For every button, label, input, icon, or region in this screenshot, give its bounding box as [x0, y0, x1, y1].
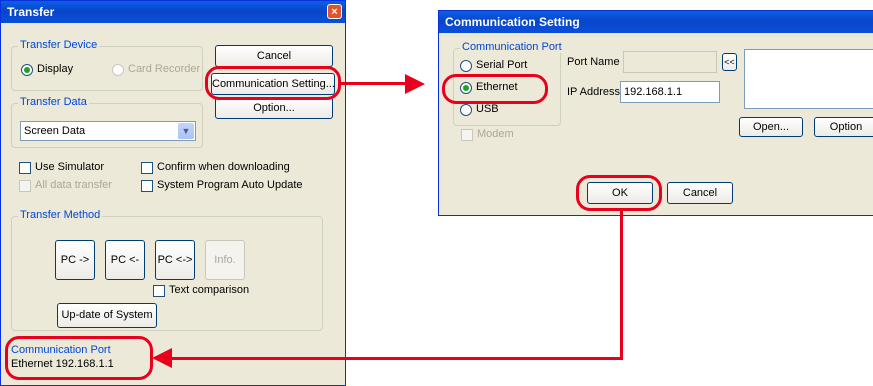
transfer-device-group: Transfer Device Display Card Recorder [11, 39, 203, 91]
info-button[interactable]: Info. [205, 240, 245, 280]
confirm-downloading-label: Confirm when downloading [157, 161, 290, 173]
cancel-button-comm[interactable]: Cancel [667, 182, 733, 204]
transfer-data-select[interactable]: Screen Data ▼ [20, 121, 196, 141]
transfer-data-label: Transfer Data [18, 96, 89, 108]
highlight-ring-comm-port [5, 336, 153, 380]
port-name-field[interactable] [623, 51, 717, 73]
option-button[interactable]: Option... [215, 97, 333, 119]
serial-port-radio[interactable] [460, 60, 472, 72]
transfer-window: Transfer × Transfer Device Display Card … [0, 0, 346, 386]
arrow-line-h2 [170, 357, 623, 360]
modem-checkbox[interactable] [461, 129, 473, 141]
communication-setting-titlebar: Communication Setting [439, 11, 873, 33]
usb-label: USB [476, 103, 499, 115]
system-program-update-checkbox[interactable] [141, 180, 153, 192]
card-recorder-radio[interactable] [112, 64, 124, 76]
highlight-ring-ethernet [442, 74, 548, 104]
use-simulator-checkbox[interactable] [19, 162, 31, 174]
transfer-title: Transfer [7, 5, 55, 19]
confirm-downloading-checkbox[interactable] [141, 162, 153, 174]
port-group-label: Communication Port [460, 41, 564, 53]
all-data-transfer-checkbox[interactable] [19, 180, 31, 192]
card-recorder-label: Card Recorder [128, 63, 201, 75]
arrow-line-v [620, 210, 623, 360]
port-name-label: Port Name [567, 56, 620, 68]
pc-from-button[interactable]: PC <- [105, 240, 145, 280]
modem-label: Modem [477, 128, 514, 140]
system-program-update-label: System Program Auto Update [157, 179, 303, 191]
transfer-data-value: Screen Data [24, 125, 86, 137]
use-simulator-label: Use Simulator [35, 161, 105, 173]
ip-address-label: IP Address [567, 86, 620, 98]
communication-setting-title: Communication Setting [445, 15, 580, 29]
arrow-line-h1 [341, 82, 407, 85]
display-radio[interactable] [21, 64, 33, 76]
pc-both-button[interactable]: PC <-> [155, 240, 195, 280]
serial-port-label: Serial Port [476, 59, 528, 71]
highlight-ring-ok [576, 175, 662, 211]
update-system-button[interactable]: Up-date of System [57, 303, 157, 328]
text-comparison-checkbox[interactable] [153, 285, 165, 297]
arrow-head-left-icon [152, 348, 172, 368]
display-label: Display [37, 63, 74, 75]
transfer-device-label: Transfer Device [18, 39, 100, 51]
transfer-method-label: Transfer Method [18, 209, 103, 221]
option-button-comm[interactable]: Option [814, 117, 873, 137]
open-button[interactable]: Open... [739, 117, 803, 137]
details-box [744, 49, 873, 109]
pc-to-button[interactable]: PC -> [55, 240, 95, 280]
arrow-head-right-icon [405, 74, 425, 94]
all-data-transfer-label: All data transfer [35, 179, 113, 191]
transfer-data-group: Transfer Data Screen Data ▼ [11, 96, 203, 148]
transfer-method-group: Transfer Method PC -> PC <- PC <-> Info.… [11, 209, 323, 331]
cancel-button[interactable]: Cancel [215, 45, 333, 67]
ip-address-field[interactable]: 192.168.1.1 [620, 81, 720, 103]
usb-radio[interactable] [460, 104, 472, 116]
text-comparison-label: Text comparison [169, 284, 250, 296]
close-icon[interactable]: × [327, 4, 342, 19]
chevron-down-icon[interactable]: ▼ [178, 123, 194, 139]
expand-button[interactable]: << [722, 53, 737, 71]
transfer-titlebar: Transfer × [1, 1, 345, 23]
highlight-ring-comm-setting [205, 66, 341, 100]
